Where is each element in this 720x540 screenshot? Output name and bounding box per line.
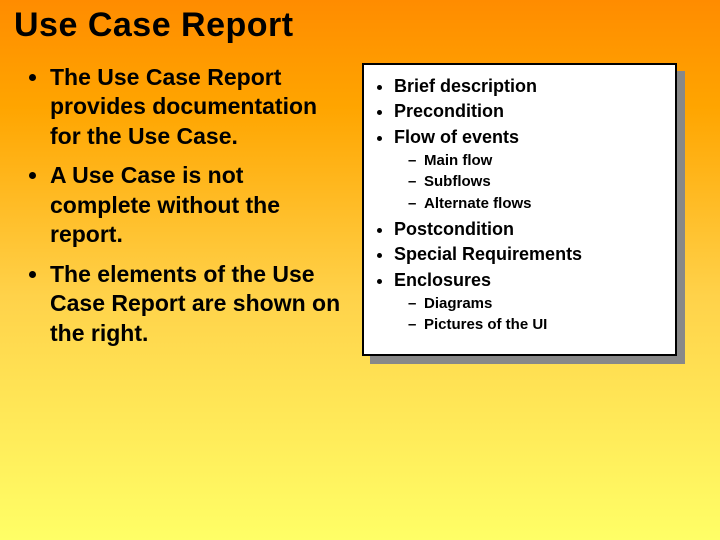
list-item: The Use Case Report provides documentati…	[50, 63, 344, 151]
elements-box: Brief description Precondition Flow of e…	[362, 63, 677, 356]
sub-list-item: Alternate flows	[424, 194, 665, 214]
list-item: Flow of events Main flow Subflows Altern…	[394, 126, 665, 214]
sub-list: Main flow Subflows Alternate flows	[394, 151, 665, 214]
sub-list-item: Pictures of the UI	[424, 315, 665, 335]
left-bullet-list: The Use Case Report provides documentati…	[14, 63, 344, 348]
sub-list: Diagrams Pictures of the UI	[394, 294, 665, 336]
list-item: A Use Case is not complete without the r…	[50, 161, 344, 249]
slide-title: Use Case Report	[14, 6, 706, 45]
elements-list: Brief description Precondition Flow of e…	[370, 75, 665, 336]
list-item: Postcondition	[394, 218, 665, 241]
slide: Use Case Report The Use Case Report prov…	[0, 0, 720, 540]
list-item: Enclosures Diagrams Pictures of the UI	[394, 269, 665, 336]
list-item: The elements of the Use Case Report are …	[50, 260, 344, 348]
list-item: Precondition	[394, 100, 665, 123]
left-column: The Use Case Report provides documentati…	[14, 63, 344, 358]
right-column: Brief description Precondition Flow of e…	[362, 63, 677, 356]
sub-list-item: Subflows	[424, 172, 665, 192]
content-columns: The Use Case Report provides documentati…	[14, 63, 706, 358]
sub-list-item: Main flow	[424, 151, 665, 171]
list-item-label: Flow of events	[394, 127, 519, 147]
list-item: Brief description	[394, 75, 665, 98]
list-item: Special Requirements	[394, 243, 665, 266]
list-item-label: Enclosures	[394, 270, 491, 290]
sub-list-item: Diagrams	[424, 294, 665, 314]
